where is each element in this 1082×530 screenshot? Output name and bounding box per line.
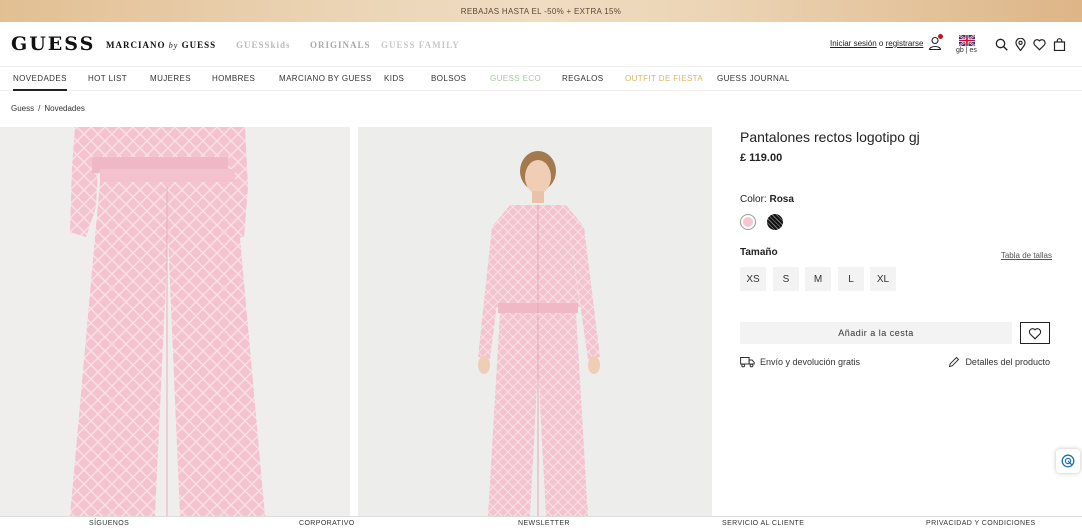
- support-icon: [1061, 454, 1075, 468]
- size-option-m[interactable]: M: [805, 267, 831, 291]
- nav-item-hombres[interactable]: HOMBRES: [212, 74, 255, 83]
- breadcrumb-current[interactable]: Novedades: [44, 104, 84, 113]
- footer-newsletter[interactable]: NEWSLETTER: [518, 520, 570, 527]
- nav-item-mujeres[interactable]: MUJERES: [150, 74, 191, 83]
- brand-originals-link[interactable]: ORIGINALS: [310, 40, 371, 50]
- nav-item-novedades[interactable]: NOVEDADES: [13, 74, 67, 91]
- product-price: £ 119.00: [740, 152, 783, 164]
- nav-item-bolsos[interactable]: BOLSOS: [431, 74, 466, 83]
- nav-item-marciano[interactable]: MARCIANO BY GUESS: [279, 74, 372, 83]
- footer-siguenos[interactable]: SÍGUENOS: [89, 520, 129, 527]
- shipping-info[interactable]: Envío y devolución gratis: [740, 356, 860, 368]
- promo-text: REBAJAS HASTA EL -50% + EXTRA 15%: [460, 6, 622, 16]
- promo-banner[interactable]: REBAJAS HASTA EL -50% + EXTRA 15%: [0, 0, 1082, 22]
- heart-icon[interactable]: [1033, 38, 1046, 51]
- size-option-xs[interactable]: XS: [740, 267, 766, 291]
- footer-servicio-cliente[interactable]: SERVICIO AL CLIENTE: [722, 520, 804, 527]
- product-image-closeup[interactable]: [0, 127, 350, 516]
- add-to-cart-button[interactable]: Añadir a la cesta: [740, 322, 1012, 344]
- login-link[interactable]: Iniciar sesión: [830, 39, 877, 48]
- footer-privacidad[interactable]: PRIVACIDAD Y CONDICIONES: [926, 520, 1036, 527]
- chat-widget-button[interactable]: [1056, 449, 1080, 473]
- product-image-model[interactable]: [358, 127, 712, 516]
- color-value: Rosa: [769, 194, 794, 205]
- nav-item-regalos[interactable]: REGALOS: [562, 74, 603, 83]
- color-label: Color: Rosa: [740, 194, 794, 205]
- brand-marciano-word: MARCIANO: [106, 40, 166, 50]
- shipping-text: Envío y devolución gratis: [760, 357, 861, 367]
- nav-item-guess-journal[interactable]: GUESS JOURNAL: [717, 74, 790, 83]
- brand-kids-link[interactable]: GUESSkids: [236, 40, 291, 50]
- product-title: Pantalones rectos logotipo gj: [740, 129, 920, 145]
- uk-flag-icon[interactable]: [959, 35, 975, 46]
- nav-item-outfit-de-fiesta[interactable]: OUTFIT DE FIESTA: [625, 74, 703, 83]
- login-or-text: o: [878, 39, 884, 48]
- breadcrumb-root[interactable]: Guess: [11, 104, 34, 113]
- product-details-link[interactable]: Detalles del producto: [948, 356, 1050, 368]
- nav-item-guess-eco[interactable]: GUESS ECO: [490, 74, 541, 83]
- pencil-icon: [949, 356, 960, 368]
- breadcrumb: Guess / Novedades: [11, 104, 85, 113]
- size-label: Tamaño: [740, 247, 778, 258]
- size-chart-link[interactable]: Tabla de tallas: [1001, 251, 1052, 260]
- swatch-black[interactable]: [767, 214, 783, 230]
- account-links: Iniciar sesión o registrarse: [830, 39, 923, 48]
- guess-logo[interactable]: GUESS: [11, 33, 95, 55]
- brand-marciano-by: by: [168, 41, 179, 50]
- size-option-l[interactable]: L: [838, 267, 864, 291]
- store-locator-icon[interactable]: [1014, 38, 1027, 51]
- footer-corporativo[interactable]: CORPORATIVO: [299, 520, 355, 527]
- brand-family-link[interactable]: GUESS FAMILY: [381, 40, 460, 50]
- nav-item-kids[interactable]: KIDS: [384, 74, 404, 83]
- site-header: GUESS MARCIANO by GUESS GUESSkids ORIGIN…: [0, 22, 1082, 66]
- register-link[interactable]: registrarse: [886, 39, 924, 48]
- swatch-rosa[interactable]: [740, 214, 756, 230]
- search-icon[interactable]: [995, 38, 1008, 51]
- breadcrumb-separator: /: [38, 104, 41, 113]
- notification-dot: [938, 34, 943, 39]
- color-label-text: Color:: [740, 194, 767, 205]
- main-nav: NOVEDADES HOT LIST MUJERES HOMBRES MARCI…: [0, 66, 1082, 91]
- locale-selector[interactable]: gb | es: [956, 47, 977, 54]
- brand-marciano-guess: GUESS: [181, 40, 217, 50]
- swatch-rosa-fill: [743, 217, 753, 227]
- heart-icon: [1028, 327, 1042, 340]
- size-option-xl[interactable]: XL: [870, 267, 896, 291]
- footer-bar: SÍGUENOS CORPORATIVO NEWSLETTER SERVICIO…: [0, 516, 1082, 530]
- nav-item-hot-list[interactable]: HOT LIST: [88, 74, 127, 83]
- wishlist-button[interactable]: [1020, 322, 1050, 344]
- brand-marciano-link[interactable]: MARCIANO by GUESS: [106, 40, 216, 50]
- bag-icon[interactable]: [1053, 38, 1066, 51]
- size-option-s[interactable]: S: [773, 267, 799, 291]
- truck-icon: [740, 357, 755, 368]
- details-text: Detalles del producto: [965, 357, 1050, 367]
